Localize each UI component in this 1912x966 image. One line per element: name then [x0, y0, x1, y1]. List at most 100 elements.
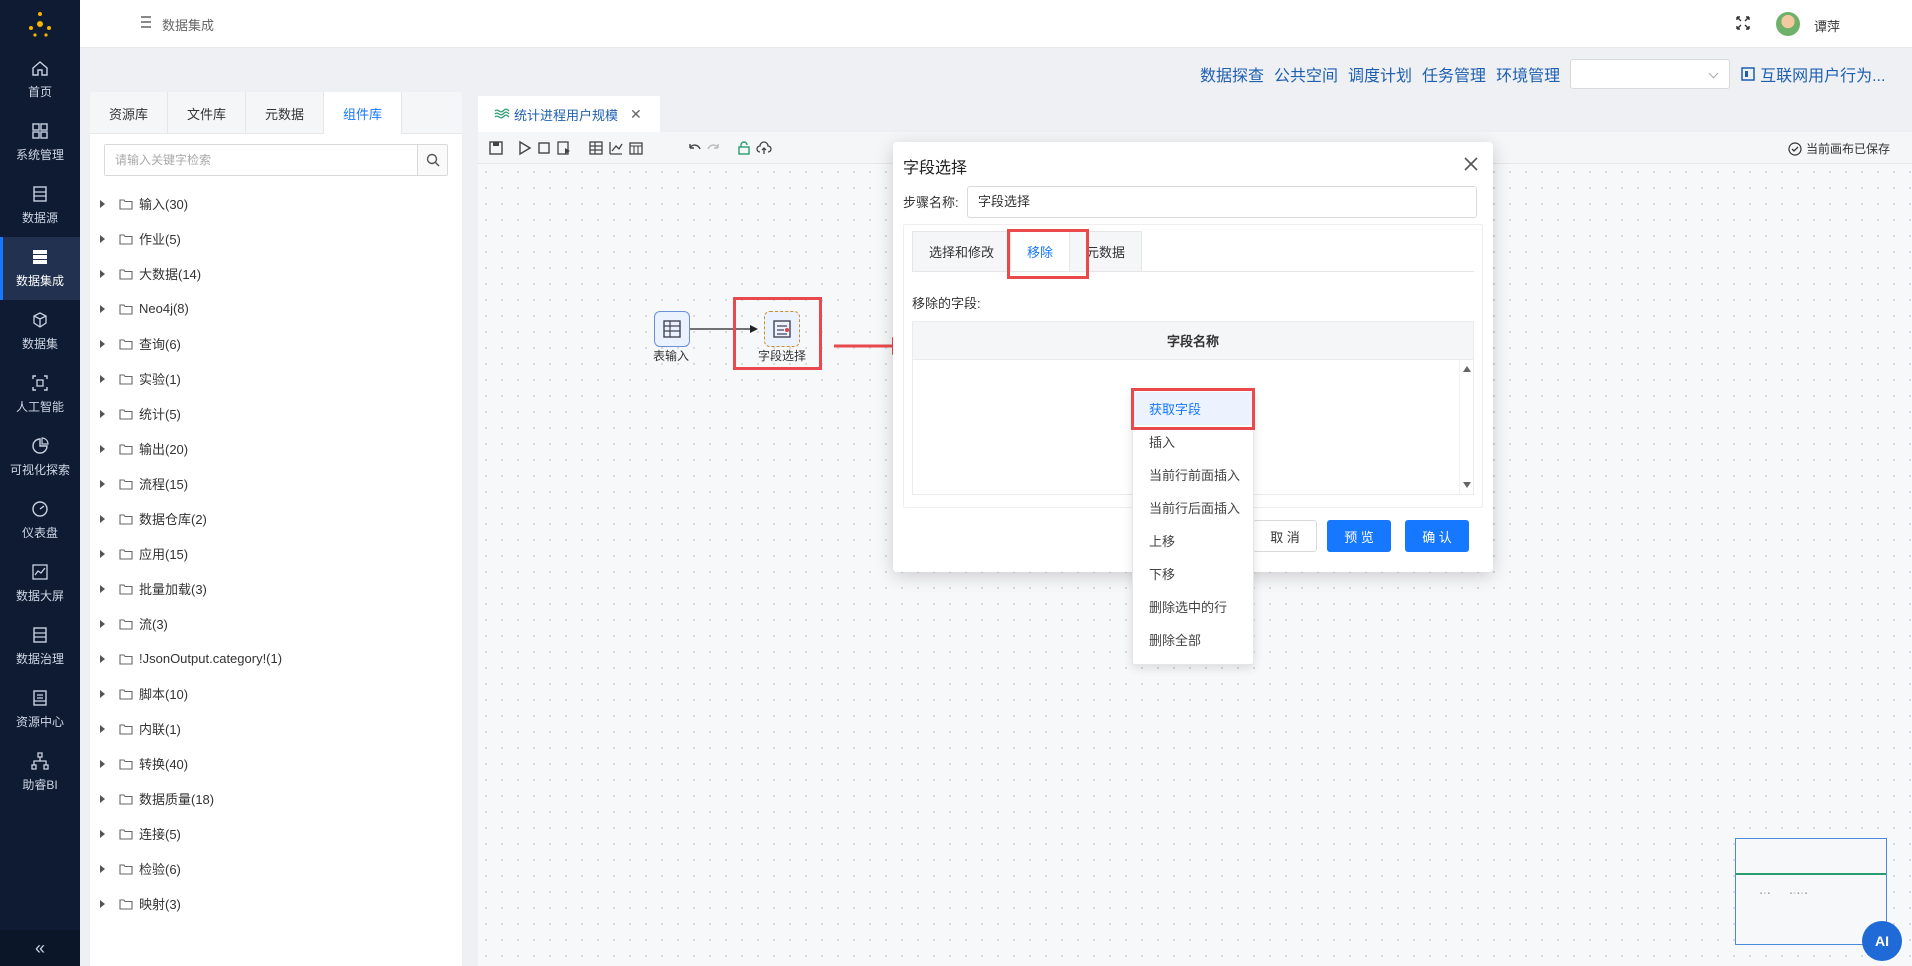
caret-right-icon[interactable]: [100, 724, 105, 733]
cancel-button[interactable]: 取 消: [1253, 520, 1317, 552]
menu-icon[interactable]: [140, 15, 152, 29]
search-input[interactable]: [105, 145, 417, 175]
tree-item[interactable]: 大数据(14): [98, 256, 462, 291]
redo-icon[interactable]: [706, 140, 722, 156]
user-name[interactable]: 谭萍: [1814, 16, 1840, 35]
nav-item-3[interactable]: 数据集成: [0, 237, 80, 300]
tree-item[interactable]: 脚本(10): [98, 676, 462, 711]
tree-item[interactable]: 应用(15): [98, 536, 462, 571]
calendar-icon[interactable]: [628, 140, 644, 156]
nav-item-4[interactable]: 数据集: [0, 300, 80, 363]
link-task-manage[interactable]: 任务管理: [1422, 62, 1486, 86]
tree-item[interactable]: 流程(15): [98, 466, 462, 501]
search-button[interactable]: [417, 145, 447, 175]
caret-right-icon[interactable]: [100, 409, 105, 418]
caret-right-icon[interactable]: [100, 794, 105, 803]
tree-item[interactable]: 内联(1): [98, 711, 462, 746]
caret-right-icon[interactable]: [100, 899, 105, 908]
run-icon[interactable]: [516, 140, 532, 156]
tree-item[interactable]: Neo4j(8): [98, 291, 462, 326]
chart-icon[interactable]: [608, 140, 624, 156]
app-logo[interactable]: [0, 0, 80, 48]
undo-icon[interactable]: [686, 140, 702, 156]
node-table-input[interactable]: [654, 311, 690, 347]
link-schedule[interactable]: 调度计划: [1348, 62, 1412, 86]
context-menu-item[interactable]: 当前行后面插入: [1133, 491, 1253, 524]
scroll-up-icon[interactable]: [1463, 366, 1471, 372]
collapse-nav-button[interactable]: «: [0, 930, 80, 966]
context-menu-item[interactable]: 当前行前面插入: [1133, 458, 1253, 491]
save-icon[interactable]: [488, 140, 504, 156]
nav-item-11[interactable]: 助睿BI: [0, 741, 80, 804]
caret-right-icon[interactable]: [100, 654, 105, 663]
nav-item-6[interactable]: 可视化探索: [0, 426, 80, 489]
unlock-icon[interactable]: [736, 140, 752, 156]
context-menu-item[interactable]: 删除全部: [1133, 623, 1253, 656]
tree-item[interactable]: 查询(6): [98, 326, 462, 361]
caret-right-icon[interactable]: [100, 864, 105, 873]
caret-right-icon[interactable]: [100, 584, 105, 593]
environment-select[interactable]: [1570, 59, 1731, 89]
caret-right-icon[interactable]: [100, 689, 105, 698]
nav-item-9[interactable]: 数据治理: [0, 615, 80, 678]
context-menu-item[interactable]: 上移: [1133, 524, 1253, 557]
cloud-upload-icon[interactable]: [756, 140, 772, 156]
close-tab-icon[interactable]: ✕: [630, 106, 642, 123]
tree-item[interactable]: 流(3): [98, 606, 462, 641]
tab-repository[interactable]: 资源库: [90, 92, 168, 134]
caret-right-icon[interactable]: [100, 269, 105, 278]
stop-icon[interactable]: [536, 140, 552, 156]
tree-item[interactable]: 批量加载(3): [98, 571, 462, 606]
caret-right-icon[interactable]: [100, 829, 105, 838]
table-icon[interactable]: [588, 140, 604, 156]
nav-item-7[interactable]: 仪表盘: [0, 489, 80, 552]
tree-item[interactable]: 转换(40): [98, 746, 462, 781]
step-name-input[interactable]: 字段选择: [967, 186, 1477, 218]
tab-component-library[interactable]: 组件库: [324, 92, 402, 134]
tab-canvas[interactable]: 统计进程用户规模 ✕: [478, 96, 660, 132]
column-header-field-name[interactable]: 字段名称: [913, 322, 1473, 360]
link-data-explore[interactable]: 数据探查: [1200, 62, 1264, 86]
caret-right-icon[interactable]: [100, 234, 105, 243]
tree-item[interactable]: 数据仓库(2): [98, 501, 462, 536]
avatar[interactable]: [1776, 12, 1800, 36]
ai-assistant-button[interactable]: AI: [1862, 921, 1902, 961]
tab-select-modify[interactable]: 选择和修改: [912, 231, 1012, 271]
grid-scrollbar[interactable]: [1459, 360, 1473, 494]
caret-right-icon[interactable]: [100, 549, 105, 558]
tree-item[interactable]: 检验(6): [98, 851, 462, 886]
caret-right-icon[interactable]: [100, 479, 105, 488]
tree-item[interactable]: 数据质量(18): [98, 781, 462, 816]
tree-item[interactable]: 输入(30): [98, 186, 462, 221]
tree-item[interactable]: 连接(5): [98, 816, 462, 851]
caret-right-icon[interactable]: [100, 619, 105, 628]
tab-file-library[interactable]: 文件库: [168, 92, 246, 134]
confirm-button[interactable]: 确 认: [1405, 520, 1469, 552]
link-public-space[interactable]: 公共空间: [1274, 62, 1338, 86]
tree-item[interactable]: 输出(20): [98, 431, 462, 466]
fullscreen-icon[interactable]: [1734, 14, 1752, 32]
tree-item[interactable]: 统计(5): [98, 396, 462, 431]
context-menu-item[interactable]: 下移: [1133, 557, 1253, 590]
preview-run-icon[interactable]: [556, 140, 572, 156]
project-selector[interactable]: 互联网用户行为...: [1740, 62, 1885, 86]
close-icon[interactable]: [1461, 154, 1481, 174]
preview-button[interactable]: 预 览: [1327, 520, 1391, 552]
nav-item-2[interactable]: 数据源: [0, 174, 80, 237]
caret-right-icon[interactable]: [100, 444, 105, 453]
link-env-manage[interactable]: 环境管理: [1496, 62, 1560, 86]
caret-right-icon[interactable]: [100, 514, 105, 523]
tree-item[interactable]: !JsonOutput.category!(1): [98, 641, 462, 676]
caret-right-icon[interactable]: [100, 199, 105, 208]
nav-item-1[interactable]: 系统管理: [0, 111, 80, 174]
nav-item-0[interactable]: 首页: [0, 48, 80, 111]
minimap[interactable]: ▪ ▫ ▪ ▪ ▫ ▪ ▫ ▪: [1735, 838, 1887, 945]
caret-right-icon[interactable]: [100, 759, 105, 768]
tree-item[interactable]: 映射(3): [98, 886, 462, 921]
nav-item-10[interactable]: 资源中心: [0, 678, 80, 741]
nav-item-8[interactable]: 数据大屏: [0, 552, 80, 615]
nav-item-5[interactable]: 人工智能: [0, 363, 80, 426]
tree-item[interactable]: 实验(1): [98, 361, 462, 396]
caret-right-icon[interactable]: [100, 339, 105, 348]
scroll-down-icon[interactable]: [1463, 482, 1471, 488]
